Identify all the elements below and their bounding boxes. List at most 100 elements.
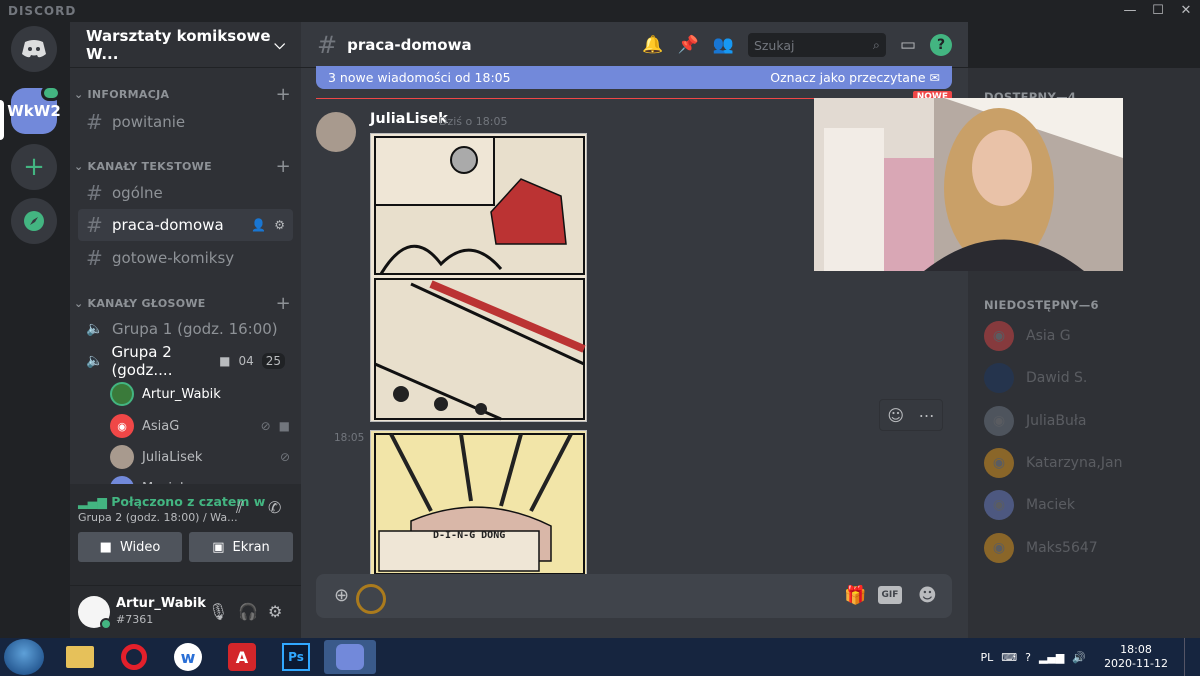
network-icon[interactable]: ▂▄▆ — [1039, 651, 1064, 664]
noise-suppression-icon[interactable]: ⫽ — [236, 498, 243, 518]
window-controls: — ☐ ✕ — [1116, 0, 1200, 22]
microphone-icon[interactable]: 🎙 — [208, 602, 228, 621]
category-info[interactable]: ⌄ INFORMACJA + — [74, 84, 291, 105]
category-text[interactable]: ⌄ KANAŁY TEKSTOWE + — [74, 156, 291, 177]
add-attachment-icon[interactable]: ⊕ — [334, 585, 349, 606]
opera-taskbar-icon[interactable] — [108, 640, 160, 674]
category-label: INFORMACJA — [87, 87, 170, 101]
more-options-icon[interactable]: ⋯ — [919, 406, 935, 425]
add-server-button[interactable]: + — [11, 144, 57, 190]
video-pip-window[interactable] — [814, 98, 1123, 271]
add-channel-icon[interactable]: + — [276, 293, 291, 314]
maximize-button[interactable]: ☐ — [1144, 0, 1172, 22]
acrobat-taskbar-icon[interactable]: A — [216, 640, 268, 674]
message-author[interactable]: JuliaLisek — [370, 111, 448, 127]
voice-user[interactable]: Artur_Wabik — [110, 380, 290, 408]
mark-read-button[interactable]: Oznacz jako przeczytane ✉ — [770, 70, 940, 85]
member-name: JuliaBuła — [1026, 413, 1087, 429]
gif-button[interactable]: GIF — [878, 586, 902, 604]
avatar[interactable] — [78, 596, 112, 630]
offline-header: NIEDOSTĘPNY—6 — [984, 298, 1099, 312]
comic-page-illustration — [374, 136, 586, 421]
server-header[interactable]: Warsztaty komiksowe W... ⌵ — [70, 22, 301, 68]
comic-page-illustration — [374, 433, 585, 574]
channel-gotowe-komiksy[interactable]: # gotowe-komiksy — [78, 242, 293, 274]
channel-label: Grupa 2 (godz.... — [111, 343, 173, 379]
avatar[interactable] — [316, 112, 356, 152]
server-icon-wkw2[interactable]: WkW2 — [7, 85, 61, 134]
volume-icon[interactable]: 🔊 — [1072, 651, 1086, 664]
help-icon[interactable]: ? — [930, 34, 952, 56]
video-icon: ■ — [219, 354, 231, 368]
headphones-icon[interactable]: 🎧 — [238, 602, 258, 621]
gift-icon[interactable]: 🎁 — [844, 585, 866, 606]
home-button[interactable] — [11, 26, 57, 72]
invite-icon[interactable]: 👤 — [251, 218, 266, 232]
speaker-icon: 🔈 — [86, 353, 104, 369]
voice-user-name: AsiaG — [142, 418, 180, 434]
voice-channel-grupa-2[interactable]: 🔈 Grupa 2 (godz.... ■ 04 25 — [78, 343, 293, 379]
gear-icon[interactable]: ⚙ — [274, 218, 285, 232]
start-button[interactable] — [4, 639, 44, 675]
pin-icon[interactable]: 📌 — [678, 35, 699, 55]
message-composer[interactable]: ⊕ 🎁 GIF ☻ — [316, 574, 952, 618]
member-item[interactable]: ◉ JuliaBuła — [984, 404, 1086, 438]
clock[interactable]: 18:08 2020-11-12 — [1104, 643, 1168, 671]
disconnect-icon[interactable]: ✆ — [268, 498, 281, 517]
channel-label: gotowe-komiksy — [112, 249, 235, 267]
voice-user[interactable]: ◉ AsiaG ⊘ ■ — [110, 412, 290, 440]
chevron-icon: ⌄ — [74, 87, 84, 101]
close-button[interactable]: ✕ — [1172, 0, 1200, 22]
add-channel-icon[interactable]: + — [276, 156, 291, 177]
hash-icon: # — [86, 213, 103, 237]
username: Artur_Wabik — [116, 596, 206, 611]
member-name: Asia G — [1026, 328, 1071, 344]
message-actions: ☺ ⋯ — [879, 399, 943, 431]
member-item[interactable]: Dawid S. — [984, 361, 1087, 395]
member-item[interactable]: ◉ Maks5647 — [984, 531, 1098, 565]
category-label: KANAŁY GŁOSOWE — [87, 296, 206, 310]
voice-channel-path[interactable]: Grupa 2 (godz. 18:00) / Wa... — [78, 511, 238, 524]
new-messages-bar[interactable]: 3 nowe wiadomości od 18:05 Oznacz jako p… — [316, 66, 952, 89]
comic-image-2[interactable]: D-I-N-G DONG — [370, 430, 587, 575]
avatar — [110, 382, 134, 406]
member-item[interactable]: ◉ Maciek — [984, 488, 1075, 522]
search-input[interactable]: Szukaj ⌕ — [747, 33, 886, 57]
video-button[interactable]: ■ Wideo — [78, 532, 182, 562]
channel-ogolne[interactable]: # ogólne — [78, 177, 293, 209]
screen-share-button[interactable]: ▣ Ekran — [189, 532, 293, 562]
explore-servers-button[interactable] — [11, 198, 57, 244]
inbox-icon[interactable]: ▭ — [900, 35, 916, 55]
selected-server-indicator — [0, 100, 4, 140]
bell-icon[interactable]: 🔔 — [642, 35, 663, 55]
comic-image-1[interactable] — [370, 133, 587, 422]
keyboard-icon[interactable]: ⌨ — [1001, 651, 1017, 664]
voice-connection-panel: ▂▄▆ Połączono z czatem w Grupa 2 (godz. … — [70, 484, 301, 586]
channel-sidebar: Warsztaty komiksowe W... ⌵ ⌄ INFORMACJA … — [70, 22, 301, 638]
add-reaction-icon[interactable]: ☺ — [887, 406, 904, 425]
voice-user[interactable]: JuliaLisek ⊘ — [110, 443, 290, 471]
channel-praca-domowa[interactable]: # praca-domowa 👤 ⚙ — [78, 209, 293, 241]
gear-icon[interactable]: ⚙ — [268, 602, 282, 621]
add-channel-icon[interactable]: + — [276, 84, 291, 105]
member-item[interactable]: ◉ Asia G — [984, 319, 1071, 353]
user-tag: #7361 — [116, 613, 154, 626]
voice-channel-grupa-1[interactable]: 🔈 Grupa 1 (godz. 16:00) — [78, 313, 293, 345]
emoji-icon[interactable]: ☻ — [918, 585, 937, 606]
member-name: Dawid S. — [1026, 370, 1088, 386]
explorer-taskbar-icon[interactable] — [54, 640, 106, 674]
video-icon: ■ — [278, 419, 290, 433]
hash-icon: # — [86, 110, 103, 134]
help-tray-icon[interactable]: ? — [1025, 651, 1031, 664]
category-voice[interactable]: ⌄ KANAŁY GŁOSOWE + — [74, 293, 291, 314]
server-name: Warsztaty komiksowe W... — [86, 26, 271, 63]
show-desktop-button[interactable] — [1184, 638, 1192, 676]
word-taskbar-icon[interactable]: w — [162, 640, 214, 674]
member-item[interactable]: ◉ Katarzyna,Jan — [984, 446, 1122, 480]
channel-powitanie[interactable]: # powitanie — [78, 106, 293, 138]
language-indicator[interactable]: PL — [980, 651, 993, 664]
members-icon[interactable]: 👥 — [713, 35, 734, 55]
minimize-button[interactable]: — — [1116, 0, 1144, 22]
photoshop-taskbar-icon[interactable]: Ps — [270, 640, 322, 674]
discord-taskbar-icon[interactable] — [324, 640, 376, 674]
